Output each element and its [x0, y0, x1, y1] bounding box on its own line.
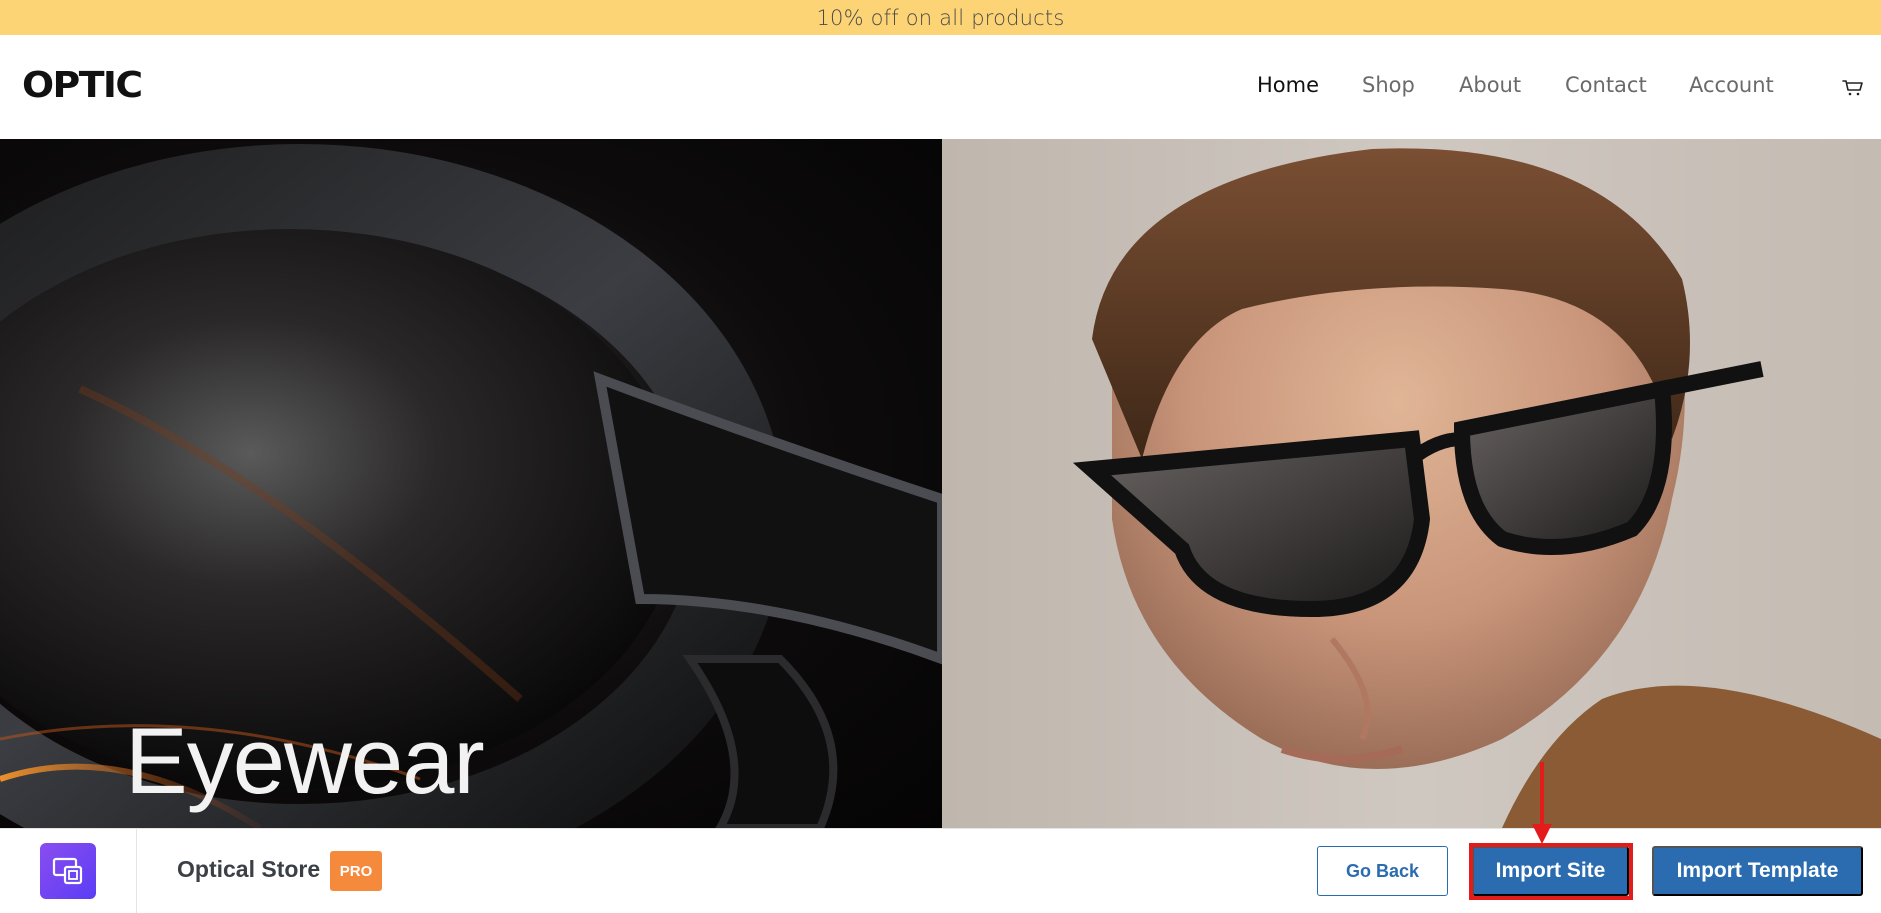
import-template-button[interactable]: Import Template — [1652, 846, 1863, 896]
nav-shop[interactable]: Shop — [1362, 73, 1415, 97]
pro-badge: PRO — [330, 851, 382, 891]
nav-home[interactable]: Home — [1257, 73, 1319, 97]
man-wearing-sunglasses-illustration — [1072, 148, 1881, 828]
promo-bar: 10% off on all products — [0, 0, 1881, 35]
hero-title: Eyewear — [125, 708, 485, 813]
hero-image-man-sunglasses — [942, 139, 1881, 828]
site-name: Optical Store — [177, 856, 321, 882]
hero-image-sunglasses-closeup: Eyewear — [0, 139, 942, 828]
nav-about[interactable]: About — [1459, 73, 1521, 97]
go-back-button[interactable]: Go Back — [1317, 846, 1448, 896]
promo-text: 10% off on all products — [816, 5, 1065, 30]
template-kit-logo-icon — [40, 843, 96, 899]
cart-icon[interactable] — [1841, 75, 1865, 99]
nav-account[interactable]: Account — [1689, 73, 1774, 97]
site-header: OPTIC Home Shop About Contact Account — [0, 35, 1881, 139]
main-nav: Home Shop About Contact Account — [0, 35, 1881, 139]
bar-logo-cell — [0, 829, 137, 913]
hero-section: Eyewear — [0, 139, 1881, 828]
import-site-button[interactable]: Import Site — [1472, 846, 1629, 896]
nav-contact[interactable]: Contact — [1565, 73, 1647, 97]
import-bar: Optical Store PRO Go Back Import Site Im… — [0, 828, 1881, 913]
